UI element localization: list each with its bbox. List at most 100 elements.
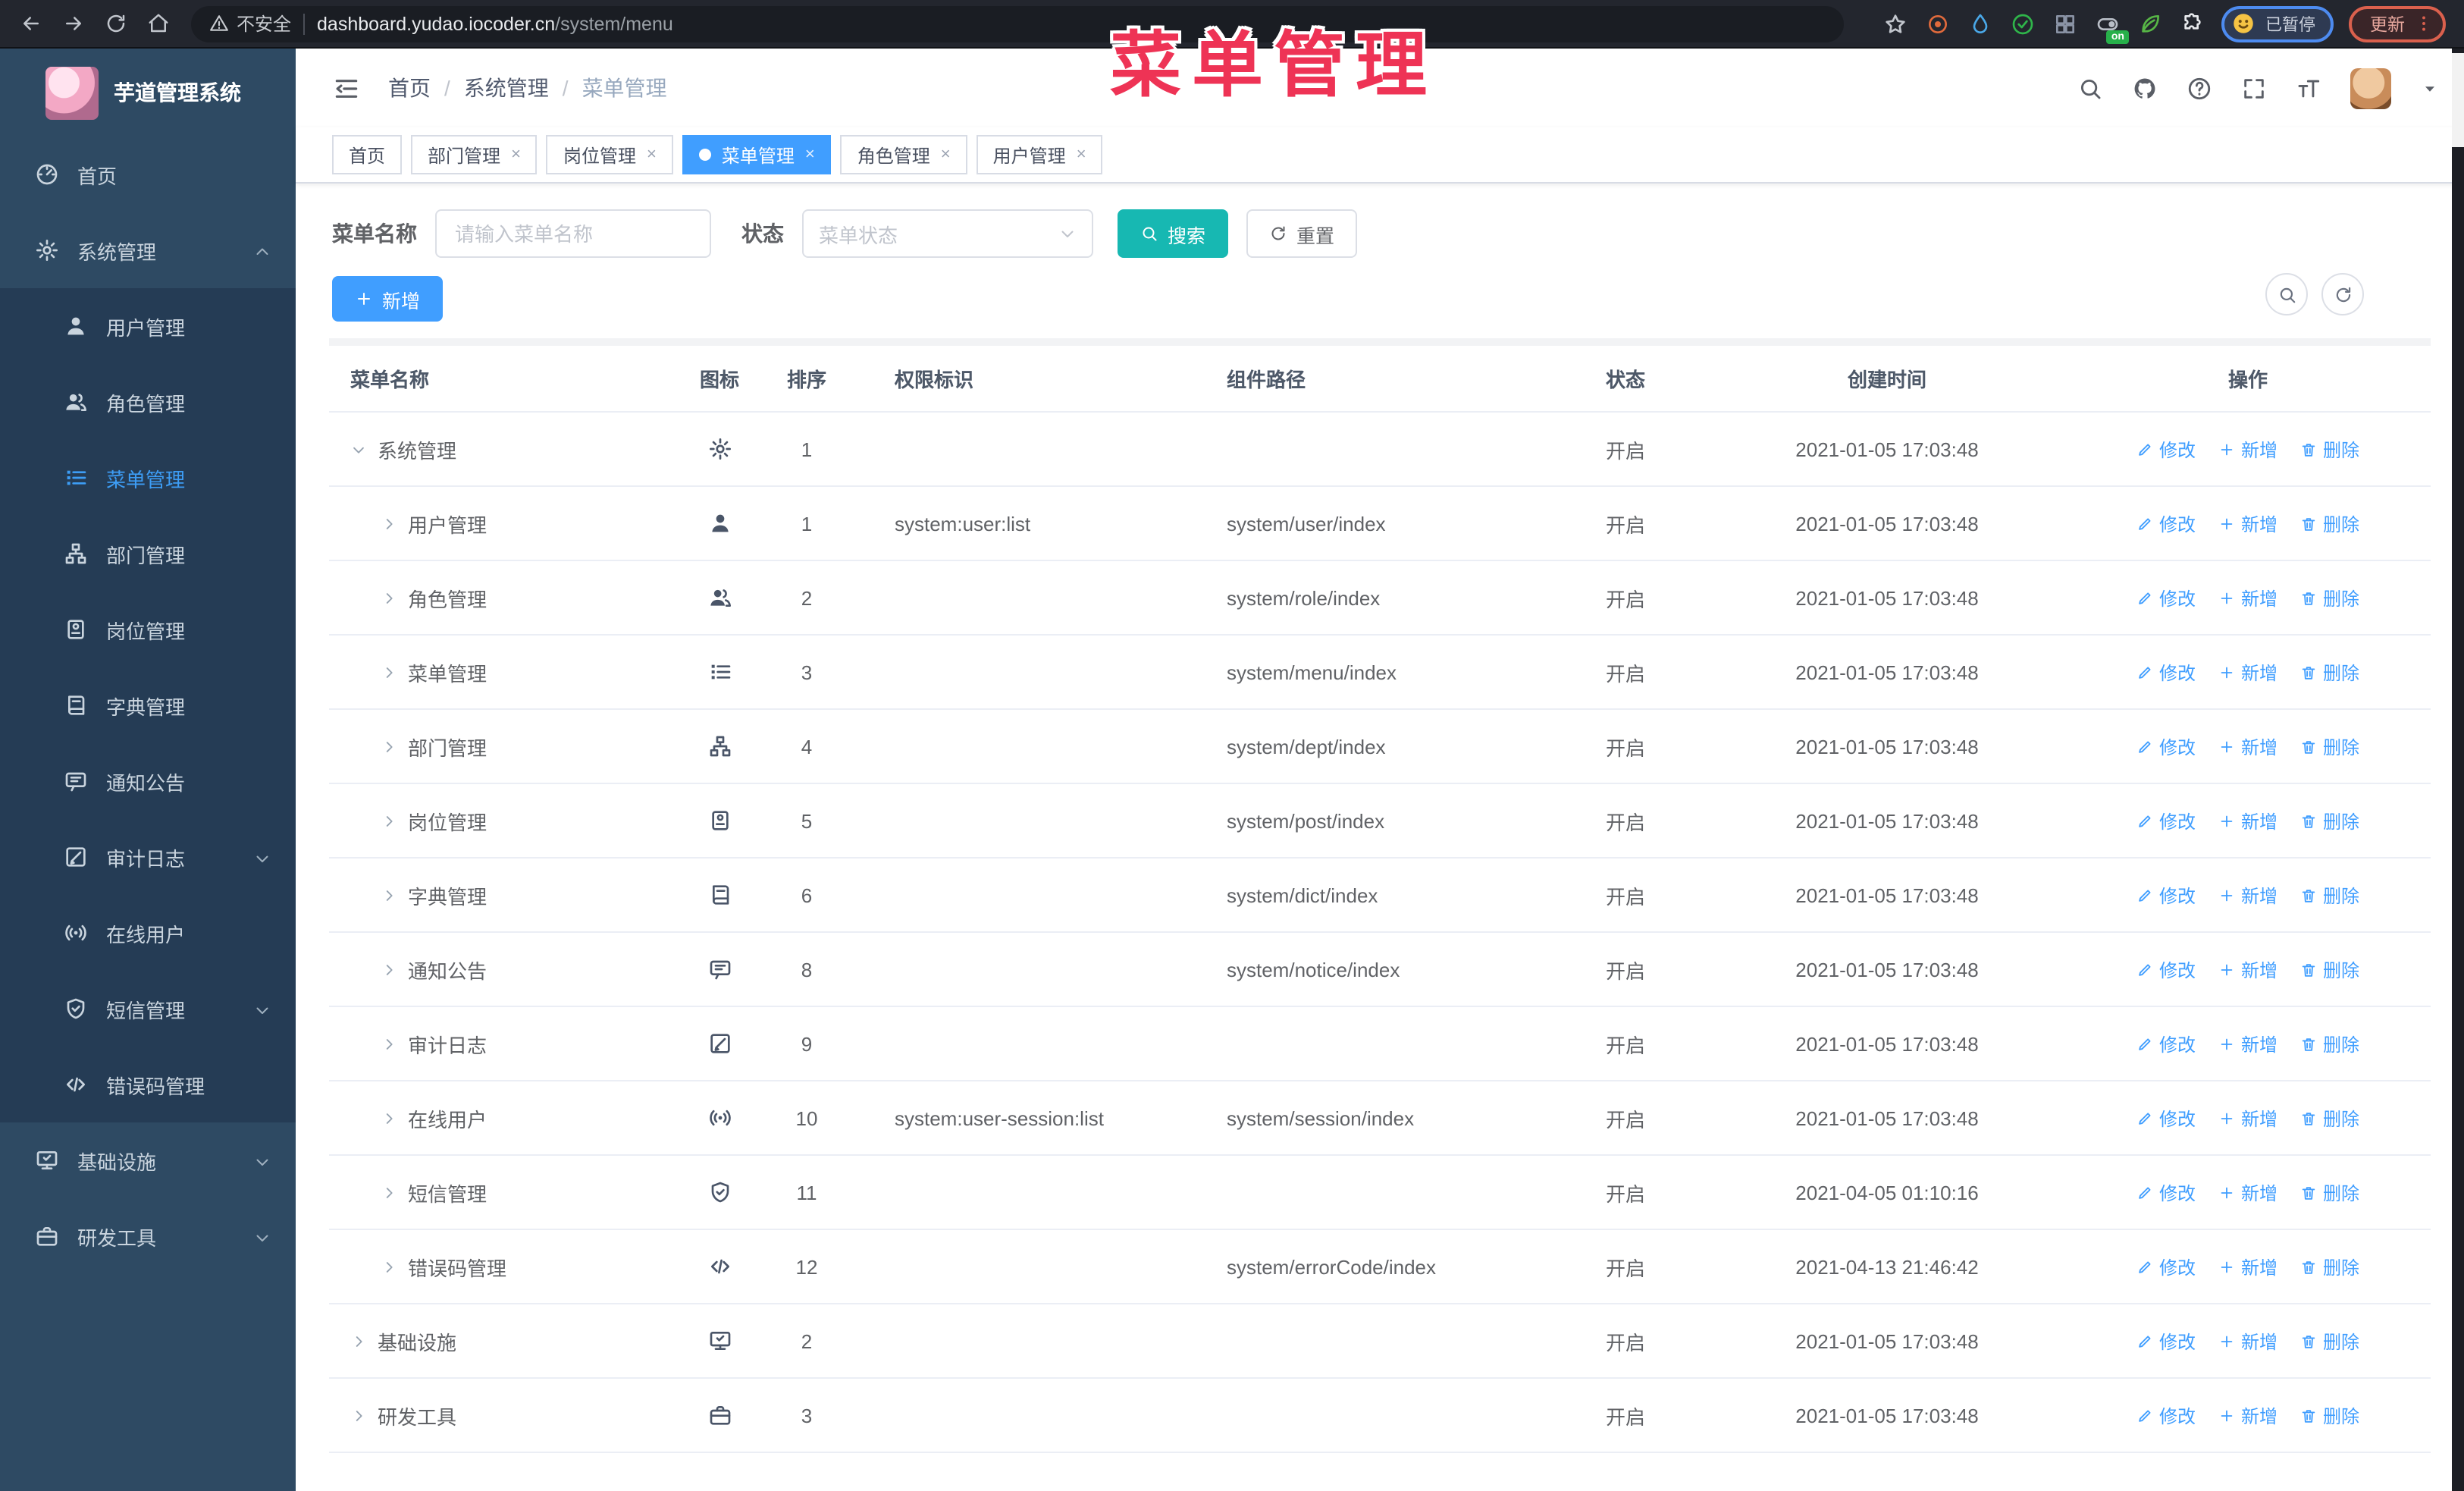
tab-1[interactable]: 部门管理 ×: [411, 135, 538, 174]
search-button[interactable]: 搜索: [1118, 209, 1229, 258]
delete-row-link[interactable]: 删除: [2300, 510, 2359, 536]
chevron-right-icon[interactable]: [381, 961, 397, 978]
delete-row-link[interactable]: 删除: [2300, 585, 2359, 611]
sidebar-item-12[interactable]: 错误码管理: [0, 1047, 296, 1122]
chevron-right-icon[interactable]: [381, 515, 397, 532]
sidebar-item-8[interactable]: 通知公告: [0, 743, 296, 819]
delete-row-link[interactable]: 删除: [2300, 1105, 2359, 1131]
sidebar-item-7[interactable]: 字典管理: [0, 667, 296, 743]
breadcrumb-system[interactable]: 系统管理: [464, 73, 549, 103]
delete-row-link[interactable]: 删除: [2300, 956, 2359, 982]
bookmark-star-icon[interactable]: [1882, 10, 1909, 37]
sidebar-item-2[interactable]: 用户管理: [0, 288, 296, 364]
add-child-link[interactable]: 新增: [2218, 659, 2277, 685]
edit-row-link[interactable]: 修改: [2136, 882, 2196, 908]
collapse-sidebar-icon[interactable]: [332, 74, 361, 102]
browser-back-icon[interactable]: [12, 5, 49, 42]
add-child-link[interactable]: 新增: [2218, 1402, 2277, 1428]
edit-row-link[interactable]: 修改: [2136, 1328, 2196, 1354]
delete-row-link[interactable]: 删除: [2300, 659, 2359, 685]
address-bar[interactable]: 不安全 dashboard.yudao.iocoder.cn/system/me…: [191, 5, 1844, 42]
browser-forward-icon[interactable]: [55, 5, 91, 42]
delete-row-link[interactable]: 删除: [2300, 1402, 2359, 1428]
chevron-right-icon[interactable]: [350, 1407, 367, 1424]
delete-row-link[interactable]: 删除: [2300, 1179, 2359, 1205]
sidebar-item-10[interactable]: 在线用户: [0, 895, 296, 971]
edit-row-link[interactable]: 修改: [2136, 1254, 2196, 1279]
sidebar-item-0[interactable]: 首页: [0, 137, 296, 212]
add-child-link[interactable]: 新增: [2218, 1031, 2277, 1056]
delete-row-link[interactable]: 删除: [2300, 882, 2359, 908]
edit-row-link[interactable]: 修改: [2136, 1402, 2196, 1428]
chevron-right-icon[interactable]: [381, 812, 397, 829]
add-child-link[interactable]: 新增: [2218, 1105, 2277, 1131]
edit-row-link[interactable]: 修改: [2136, 956, 2196, 982]
menu-name-input[interactable]: [435, 209, 711, 258]
close-tab-icon[interactable]: ×: [511, 146, 521, 164]
edit-row-link[interactable]: 修改: [2136, 1105, 2196, 1131]
sidebar-item-9[interactable]: 审计日志: [0, 819, 296, 895]
status-select[interactable]: 菜单状态: [802, 209, 1093, 258]
delete-row-link[interactable]: 删除: [2300, 808, 2359, 833]
scrollbar-thumb[interactable]: [2452, 53, 2464, 147]
chevron-right-icon[interactable]: [381, 1035, 397, 1052]
sidebar-item-4[interactable]: 菜单管理: [0, 440, 296, 516]
refresh-table-button[interactable]: [2321, 273, 2364, 315]
chevron-right-icon[interactable]: [381, 589, 397, 606]
extensions-puzzle-icon[interactable]: [2179, 10, 2206, 37]
edit-row-link[interactable]: 修改: [2136, 510, 2196, 536]
close-tab-icon[interactable]: ×: [805, 146, 815, 164]
chevron-right-icon[interactable]: [381, 887, 397, 903]
add-child-link[interactable]: 新增: [2218, 510, 2277, 536]
add-menu-button[interactable]: 新增: [332, 276, 444, 322]
browser-home-icon[interactable]: [140, 5, 176, 42]
tab-0[interactable]: 首页: [332, 135, 403, 174]
reset-button[interactable]: 重置: [1246, 209, 1358, 258]
extension-leaf-icon[interactable]: [2136, 10, 2164, 37]
app-logo-row[interactable]: 芋道管理系统: [0, 49, 296, 137]
tab-2[interactable]: 岗位管理 ×: [546, 135, 673, 174]
edit-row-link[interactable]: 修改: [2136, 436, 2196, 462]
extension-record-icon[interactable]: [1924, 10, 1951, 37]
sidebar-item-13[interactable]: 基础设施: [0, 1122, 296, 1198]
delete-row-link[interactable]: 删除: [2300, 733, 2359, 759]
delete-row-link[interactable]: 删除: [2300, 436, 2359, 462]
edit-row-link[interactable]: 修改: [2136, 659, 2196, 685]
add-child-link[interactable]: 新增: [2218, 436, 2277, 462]
sidebar-item-14[interactable]: 研发工具: [0, 1198, 296, 1274]
chevron-right-icon[interactable]: [381, 1184, 397, 1201]
close-tab-icon[interactable]: ×: [1077, 146, 1086, 164]
show-search-toggle-button[interactable]: [2265, 273, 2308, 315]
not-secure-label[interactable]: 不安全: [209, 11, 291, 36]
chevron-right-icon[interactable]: [381, 664, 397, 680]
tab-4[interactable]: 角色管理 ×: [840, 135, 967, 174]
extension-check-icon[interactable]: [2009, 10, 2036, 37]
chevron-right-icon[interactable]: [381, 738, 397, 755]
help-icon[interactable]: [2187, 75, 2212, 101]
edit-row-link[interactable]: 修改: [2136, 1031, 2196, 1056]
delete-row-link[interactable]: 删除: [2300, 1254, 2359, 1279]
chevron-right-icon[interactable]: [381, 1258, 397, 1275]
delete-row-link[interactable]: 删除: [2300, 1031, 2359, 1056]
extension-switch-icon[interactable]: on: [2094, 10, 2129, 43]
close-tab-icon[interactable]: ×: [647, 146, 657, 164]
close-tab-icon[interactable]: ×: [941, 146, 951, 164]
sidebar-item-1[interactable]: 系统管理: [0, 212, 296, 288]
sidebar-item-3[interactable]: 角色管理: [0, 364, 296, 440]
add-child-link[interactable]: 新增: [2218, 808, 2277, 833]
chevron-down-icon[interactable]: [350, 441, 367, 457]
add-child-link[interactable]: 新增: [2218, 1328, 2277, 1354]
chevron-right-icon[interactable]: [350, 1332, 367, 1349]
sidebar-item-11[interactable]: 短信管理: [0, 971, 296, 1047]
add-child-link[interactable]: 新增: [2218, 585, 2277, 611]
edit-row-link[interactable]: 修改: [2136, 808, 2196, 833]
tab-5[interactable]: 用户管理 ×: [976, 135, 1103, 174]
sidebar-item-5[interactable]: 部门管理: [0, 516, 296, 592]
font-size-icon[interactable]: [2296, 75, 2321, 101]
caret-down-icon[interactable]: [2420, 78, 2440, 98]
chevron-right-icon[interactable]: [381, 1110, 397, 1126]
browser-profile-badge[interactable]: 已暂停: [2221, 5, 2334, 42]
browser-update-button[interactable]: 更新: [2349, 5, 2446, 42]
page-scrollbar[interactable]: [2452, 49, 2464, 1491]
browser-reload-icon[interactable]: [97, 5, 133, 42]
